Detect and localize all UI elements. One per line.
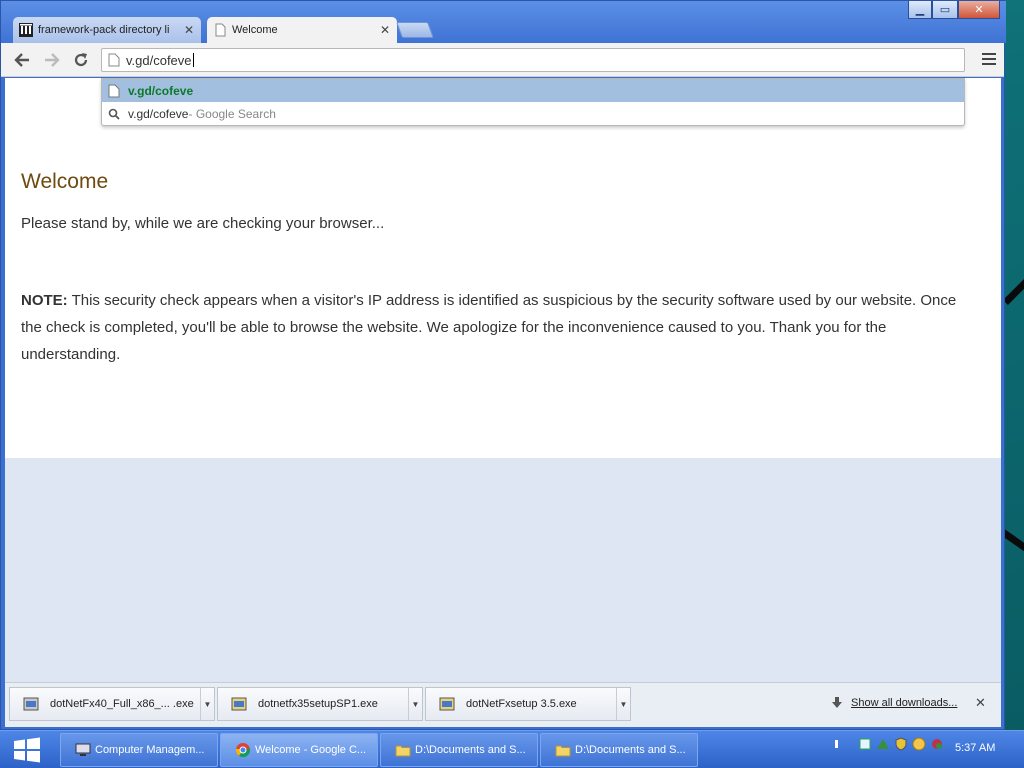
- tray-network-icon[interactable]: [876, 737, 890, 751]
- taskbar-item-folder[interactable]: D:\Documents and S...: [380, 733, 538, 767]
- taskbar-item-folder[interactable]: D:\Documents and S...: [540, 733, 698, 767]
- tab-framework-pack[interactable]: framework-pack directory li ✕: [13, 17, 201, 43]
- taskbar-item-chrome[interactable]: Welcome - Google C...: [220, 733, 378, 767]
- page-heading: Welcome: [21, 170, 109, 193]
- task-label: D:\Documents and S...: [415, 744, 526, 756]
- taskbar-item-computer-management[interactable]: Computer Managem...: [60, 733, 218, 767]
- folder-icon: [555, 745, 571, 757]
- minimize-button[interactable]: ▁: [908, 1, 932, 19]
- tab-close-icon[interactable]: ✕: [379, 23, 391, 37]
- browser-window: framework-pack directory li ✕ Welcome ✕ …: [0, 0, 1006, 730]
- download-shelf: dotNetFx40_Full_x86_... .exe ▼ dotnetfx3…: [5, 682, 1001, 727]
- download-name: dotnetfx35setupSP1.exe: [258, 698, 378, 710]
- autocomplete-dropdown: v.gd/cofeve v.gd/cofeve - Google Search: [101, 78, 965, 126]
- menu-button[interactable]: [982, 53, 996, 68]
- suggestion-suffix: - Google Search: [188, 106, 276, 121]
- forward-arrow-icon: [45, 53, 60, 67]
- system-tray: [830, 737, 948, 751]
- search-icon: [108, 108, 120, 120]
- tray-security-icon[interactable]: [930, 737, 944, 751]
- forward-button[interactable]: [41, 49, 63, 71]
- tray-document-icon[interactable]: [858, 737, 872, 751]
- page-content: Welcome Please stand by, while we are ch…: [5, 78, 1001, 458]
- installer-icon: [439, 697, 455, 711]
- chrome-icon: [235, 743, 251, 758]
- tray-expand-icon[interactable]: [830, 737, 844, 751]
- chevron-down-icon[interactable]: ▼: [408, 688, 422, 720]
- tab-strip: framework-pack directory li ✕ Welcome ✕ …: [1, 1, 1006, 43]
- tab-close-icon[interactable]: ✕: [183, 23, 195, 37]
- task-label: D:\Documents and S...: [575, 744, 686, 756]
- reload-icon: [74, 53, 88, 67]
- back-button[interactable]: [11, 49, 33, 71]
- taskbar: Computer Managem... Welcome - Google C..…: [0, 730, 1024, 768]
- installer-icon: [23, 697, 39, 711]
- chevron-down-icon[interactable]: ▼: [200, 688, 214, 720]
- download-arrow-icon: [832, 697, 842, 708]
- reload-button[interactable]: [70, 49, 92, 71]
- start-button[interactable]: [12, 736, 42, 764]
- security-note: NOTE: This security check appears when a…: [21, 287, 971, 368]
- close-window-button[interactable]: ✕: [958, 1, 1000, 19]
- computer-management-icon: [75, 743, 91, 756]
- maximize-button[interactable]: ▭: [932, 1, 958, 19]
- show-all-label: Show all downloads...: [851, 697, 958, 709]
- close-shelf-icon[interactable]: ✕: [975, 695, 986, 711]
- download-item[interactable]: dotnetfx35setupSP1.exe ▼: [217, 687, 423, 721]
- page-icon: [108, 53, 120, 67]
- tab-title: framework-pack directory li: [38, 24, 170, 36]
- back-arrow-icon: [14, 53, 29, 67]
- task-label: Computer Managem...: [95, 744, 205, 756]
- note-text: This security check appears when a visit…: [21, 292, 957, 363]
- tray-shield-icon[interactable]: [894, 737, 908, 751]
- tab-welcome[interactable]: Welcome ✕: [207, 17, 397, 43]
- chevron-down-icon[interactable]: ▼: [616, 688, 630, 720]
- text-caret: [192, 53, 194, 67]
- download-name: dotNetFxsetup 3.5.exe: [466, 698, 577, 710]
- standby-message: Please stand by, while we are checking y…: [21, 215, 385, 232]
- folder-icon: [395, 745, 411, 757]
- download-name: dotNetFx40_Full_x86_... .exe: [50, 698, 194, 710]
- page-icon: [108, 84, 120, 97]
- installer-icon: [231, 697, 247, 711]
- hamburger-icon: [982, 53, 996, 55]
- show-all-downloads-link[interactable]: Show all downloads...: [831, 697, 957, 709]
- note-label: NOTE:: [21, 292, 68, 309]
- clock[interactable]: 5:37 AM: [955, 742, 995, 754]
- page-background: [5, 458, 1001, 682]
- suggestion-search[interactable]: v.gd/cofeve - Google Search: [102, 102, 964, 125]
- page-icon: [215, 23, 226, 37]
- task-label: Welcome - Google C...: [255, 744, 367, 756]
- tray-messenger-icon[interactable]: [912, 737, 926, 751]
- suggestion-text: v.gd/cofeve: [128, 106, 189, 121]
- browser-toolbar: v.gd/cofeve: [1, 43, 1004, 77]
- address-bar[interactable]: v.gd/cofeve: [101, 48, 965, 72]
- download-item[interactable]: dotNetFxsetup 3.5.exe ▼: [425, 687, 631, 721]
- new-tab-button[interactable]: [396, 22, 434, 38]
- tab-title: Welcome: [232, 24, 278, 36]
- download-item[interactable]: dotNetFx40_Full_x86_... .exe ▼: [9, 687, 215, 721]
- suggestion-url[interactable]: v.gd/cofeve: [102, 79, 964, 102]
- suggestion-text: v.gd/cofeve: [128, 83, 194, 98]
- address-text: v.gd/cofeve: [126, 52, 192, 68]
- site-favicon-icon: [19, 23, 33, 37]
